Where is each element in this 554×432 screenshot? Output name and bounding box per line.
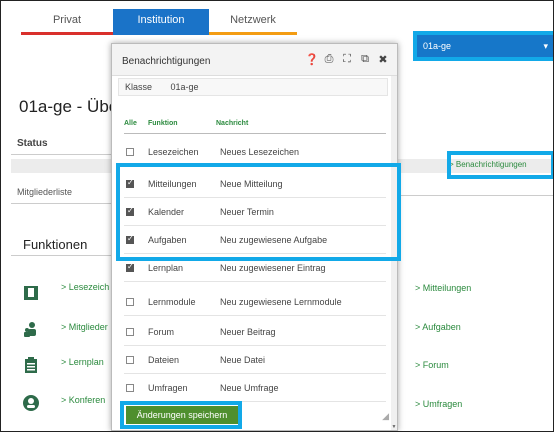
notifications-link[interactable]: > Benachrichtigungen [449,155,553,175]
row-function: Forum [148,327,175,337]
notification-row: Mitteilungen Neue Mitteilung [124,172,386,198]
row-function: Lernmodule [148,297,196,307]
function-link-tasks[interactable]: > Aufgaben [415,322,461,332]
functions-divider [11,255,111,256]
column-all[interactable]: Alle [124,120,137,127]
resize-handle-icon[interactable]: ◢ [382,411,389,422]
function-link-learnplan[interactable]: > Lernplan [61,357,104,367]
notification-row: Aufgaben Neu zugewiesene Aufgabe [124,228,386,254]
row-message: Neu zugewiesener Eintrag [220,263,326,273]
notification-row: Umfragen Neue Umfrage [124,376,386,402]
save-changes-button[interactable]: Änderungen speichern [126,406,238,424]
tab-institution[interactable]: Institution [113,9,209,35]
status-band [11,159,111,173]
notification-row: Kalender Neuer Termin [124,200,386,226]
row-function: Dateien [148,355,180,365]
help-icon[interactable]: ❓ [305,53,319,66]
members-list-divider [393,195,553,196]
row-function: Lernplan [148,263,184,273]
row-checkbox[interactable] [126,206,134,216]
notification-row: Lernplan Neu zugewiesener Eintrag [124,256,386,282]
row-message: Neuer Termin [220,207,274,217]
row-checkbox[interactable] [126,234,134,244]
row-function: Mitteilungen [148,179,197,189]
column-function: Funktion [148,120,178,127]
print-icon[interactable]: ⎙ [323,53,335,66]
class-select[interactable]: 01a-ge ▾ [417,35,553,57]
notification-row: Lesezeichen Neues Lesezeichen [124,140,386,166]
row-message: Neuer Beitrag [220,327,276,337]
page-title: 01a-ge - Übe [19,97,119,116]
row-checkbox[interactable] [126,298,134,306]
row-checkbox[interactable] [126,328,134,336]
row-message: Neues Lesezeichen [220,147,300,157]
status-header: Status [11,133,111,155]
expand-icon[interactable]: ⛶ [341,53,353,66]
row-function: Aufgaben [148,235,187,245]
function-link-members[interactable]: > Mitglieder [61,322,108,332]
chevron-down-icon: ▾ [543,41,548,51]
tab-privat[interactable]: Privat [21,9,113,35]
scroll-down-icon[interactable]: ▼ [391,424,397,430]
class-value: 01a-ge [170,82,199,92]
bookmark-icon [24,286,38,300]
notifications-dialog: Benachrichtigungen ❓ ⎙ ⛶ ⧉ ✖ Klasse 01a-… [111,43,398,431]
row-checkbox[interactable] [126,384,134,392]
row-checkbox[interactable] [126,178,134,188]
row-message: Neu zugewiesene Lernmodule [220,297,342,307]
row-checkbox[interactable] [126,356,134,364]
dialog-header: Benachrichtigungen ❓ ⎙ ⛶ ⧉ ✖ [112,44,397,76]
row-message: Neue Datei [220,355,266,365]
clipboard-icon [25,357,37,373]
function-link-bookmarks[interactable]: > Lesezeich [61,282,109,292]
notification-row: Forum Neuer Beitrag [124,320,386,346]
members-list-label[interactable]: Mitgliederliste [11,181,111,204]
dialog-scrollbar[interactable] [391,76,397,430]
function-link-surveys[interactable]: > Umfragen [415,399,462,409]
app-frame: Privat Institution Netzwerk 01a-ge ▾ 01a… [0,0,554,432]
close-icon[interactable]: ✖ [377,53,389,66]
notification-row: Dateien Neue Datei [124,348,386,374]
row-checkbox[interactable] [126,262,134,272]
conference-icon [23,395,39,411]
column-headers: Alle Funktion Nachricht [124,120,386,134]
row-message: Neue Umfrage [220,383,279,393]
pin-icon[interactable]: ⧉ [359,53,371,66]
class-row: Klasse 01a-ge [118,78,388,96]
row-message: Neue Mitteilung [220,179,283,189]
column-message: Nachricht [216,120,249,127]
class-label: Klasse [125,82,153,92]
dialog-title: Benachrichtigungen [122,56,211,67]
row-function: Lesezeichen [148,147,199,157]
row-function: Kalender [148,207,185,217]
members-icon [24,322,36,337]
notification-row: Lernmodule Neu zugewiesene Lernmodule [124,290,386,316]
row-message: Neu zugewiesene Aufgabe [220,235,328,245]
function-link-messages[interactable]: > Mitteilungen [415,283,471,293]
functions-title: Funktionen [23,237,88,252]
row-function: Umfragen [148,383,188,393]
tab-netzwerk[interactable]: Netzwerk [209,9,297,35]
row-checkbox[interactable] [126,148,134,156]
class-select-value: 01a-ge [423,41,452,51]
dialog-toolbar: ❓ ⎙ ⛶ ⧉ ✖ [305,53,389,66]
function-link-conference[interactable]: > Konferen [61,395,105,405]
function-link-forum[interactable]: > Forum [415,360,449,370]
